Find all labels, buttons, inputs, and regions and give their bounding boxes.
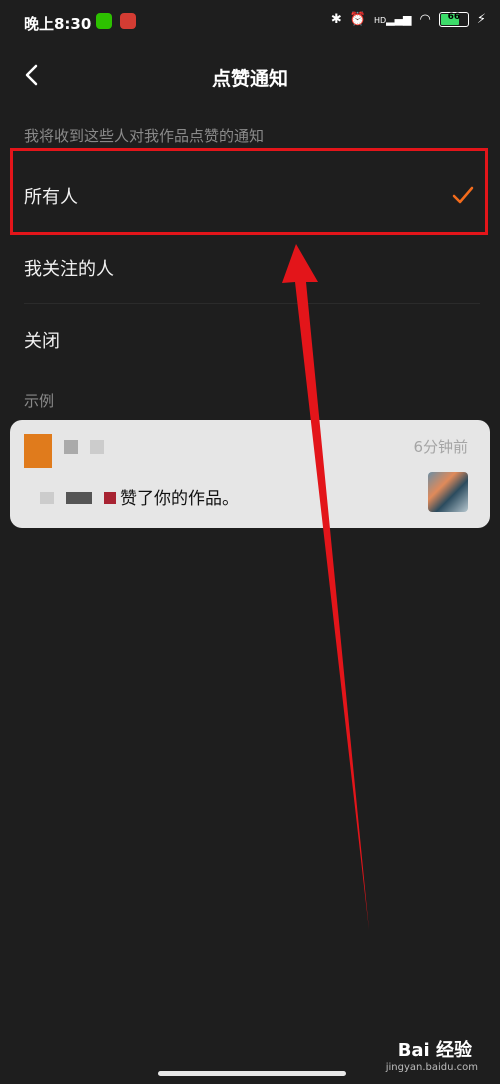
- watermark-url: jingyan.baidu.com: [385, 1062, 478, 1073]
- red-arrow-annotation: [282, 244, 369, 930]
- baidu-jingyan-logo: Bai 经验: [397, 1040, 472, 1061]
- home-indicator[interactable]: [158, 1071, 346, 1076]
